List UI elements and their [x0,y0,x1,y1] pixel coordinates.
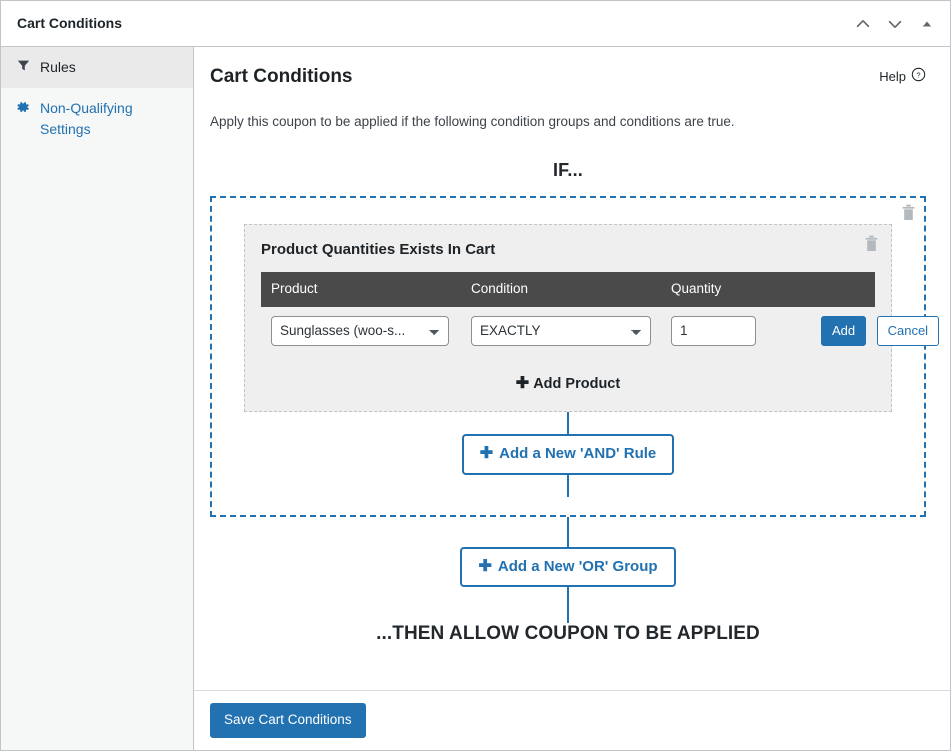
page-title: Cart Conditions [210,66,353,87]
triangle-up-icon [920,17,934,31]
sidebar-item-rules[interactable]: Rules [1,47,193,88]
column-header-actions [811,271,875,307]
funnel-icon [15,57,31,72]
cart-conditions-metabox: Cart Conditions Rules Non-Qualifying Set… [0,0,951,751]
column-header-quantity: Quantity [661,271,811,307]
move-down-button[interactable] [880,9,910,39]
chevron-up-icon [854,15,872,33]
or-group: Product Quantities Exists In Cart Produc… [210,195,940,517]
cell-product: Sunglasses (woo-s... [261,307,461,355]
table-row: Sunglasses (woo-s... EXACTLY 1 Add Cance… [261,307,940,355]
table-header-row: Product Condition Quantity [261,271,875,307]
main-content: Cart Conditions Help ? Apply this coupon… [194,47,950,750]
add-or-group-row: ✚ Add a New 'OR' Group [210,546,926,588]
plus-icon: ✚ [479,444,494,462]
move-up-button[interactable] [848,9,878,39]
cancel-button[interactable]: Cancel [876,315,940,346]
page-description: Apply this coupon to be applied if the f… [210,113,735,129]
settings-sidebar: Rules Non-Qualifying Settings [1,47,194,750]
metabox-title: Cart Conditions [17,14,122,31]
add-or-group-label: Add a New 'OR' Group [497,557,658,575]
delete-rule-button[interactable] [864,235,879,252]
metabox-body: Rules Non-Qualifying Settings Cart Condi… [1,47,950,750]
question-circle-icon: ? [911,67,926,85]
product-select[interactable]: Sunglasses (woo-s... [271,315,449,346]
add-and-rule-button[interactable]: ✚ Add a New 'AND' Rule [461,433,675,475]
cell-quantity [661,307,811,355]
conditions-table-body: Sunglasses (woo-s... EXACTLY 1 Add Cance… [261,307,940,355]
sidebar-item-non-qualifying-settings-label: Non-Qualifying Settings [40,100,133,137]
metabox-titlebar: Cart Conditions [1,1,950,47]
plus-icon: ✚ [515,374,530,392]
add-and-rule-label: Add a New 'AND' Rule [499,444,657,462]
content-footer: Save Cart Conditions [194,690,950,750]
help-link[interactable]: Help ? [879,67,926,85]
sidebar-item-rules-label: Rules [40,59,76,75]
add-product-label: Add Product [533,375,621,392]
quantity-input[interactable] [671,315,756,346]
content-inner: Cart Conditions Help ? Apply this coupon… [194,47,950,690]
trash-icon [901,204,916,225]
column-header-product: Product [261,271,461,307]
cell-condition: EXACTLY [461,307,661,355]
svg-text:?: ? [916,71,920,80]
conditions-table-head: Product Condition Quantity [261,271,875,307]
add-product-button[interactable]: ✚ Add Product [510,371,626,395]
save-cart-conditions-button[interactable]: Save Cart Conditions [210,703,366,738]
connector-line-above-and [567,411,569,434]
column-header-condition: Condition [461,271,661,307]
help-label: Help [879,68,906,84]
connector-line-above-or [567,516,569,547]
metabox-actions [848,9,942,39]
chevron-down-icon [886,15,904,33]
then-label: ...THEN ALLOW COUPON TO BE APPLIED [376,623,760,645]
connector-line-below-or [567,587,569,624]
rule-card: Product Quantities Exists In Cart Produc… [244,223,940,412]
cell-actions: Add Cancel [811,307,940,355]
sidebar-item-non-qualifying-settings[interactable]: Non-Qualifying Settings [1,88,193,150]
if-label: IF... [552,159,583,180]
trash-icon [864,235,879,256]
condition-select[interactable]: EXACTLY [471,315,651,346]
add-button[interactable]: Add [821,315,867,346]
page-header: Cart Conditions Help ? [210,65,926,90]
conditions-table: Product Condition Quantity Sunglasses (w… [261,271,940,355]
connector-line-below-and [567,474,569,497]
add-product-row: ✚ Add Product [261,371,875,395]
add-or-group-button[interactable]: ✚ Add a New 'OR' Group [460,546,676,588]
toggle-panel-button[interactable] [912,9,942,39]
plus-icon: ✚ [478,557,492,575]
add-and-rule-row: ✚ Add a New 'AND' Rule [224,433,912,475]
delete-group-button[interactable] [901,204,916,221]
gear-icon [15,98,31,114]
rule-card-title: Product Quantities Exists In Cart [261,240,496,258]
